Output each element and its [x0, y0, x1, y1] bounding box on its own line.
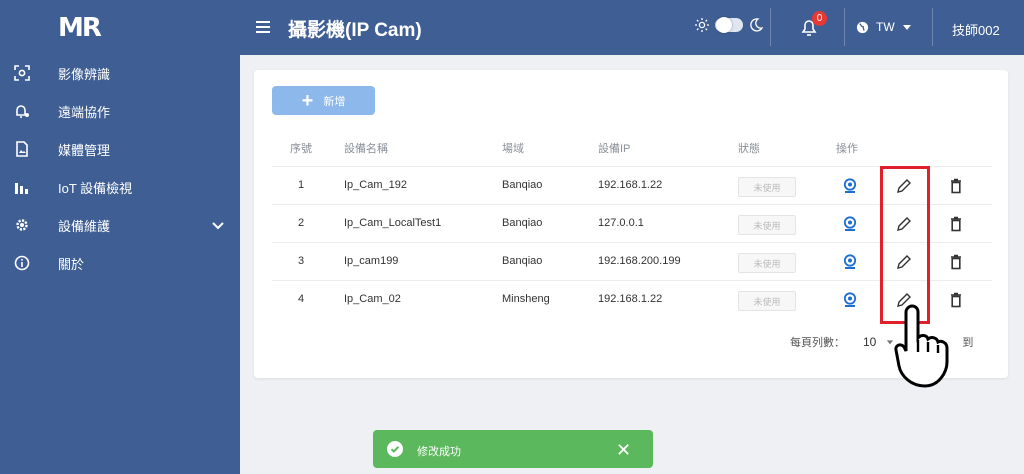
column-header-actions: 操作	[836, 143, 858, 155]
sidebar-item-label: 設備維護	[58, 218, 111, 234]
delete-icon[interactable]	[948, 254, 964, 270]
cell-site: Banqiao	[502, 179, 543, 191]
cell-name: Ip_Cam_LocalTest1	[344, 217, 442, 229]
page-title: 攝影機(IP Cam)	[288, 20, 422, 41]
sidebar-item-maintenance[interactable]: 設備維護	[0, 206, 240, 244]
webcam-icon[interactable]	[842, 292, 858, 308]
info-icon	[14, 255, 30, 271]
bar-chart-icon	[15, 183, 28, 194]
status-badge: 未使用	[738, 215, 796, 235]
close-icon[interactable]: ✕	[616, 440, 631, 461]
cell-site: Banqiao	[502, 255, 543, 267]
webcam-icon[interactable]	[842, 254, 858, 270]
status-badge: 未使用	[738, 291, 796, 311]
chevron-down-icon[interactable]	[210, 217, 226, 233]
bell-gear-icon	[16, 105, 29, 118]
caret-down-icon	[902, 25, 911, 30]
language-label: TW	[876, 20, 895, 34]
cell-name: Ip_cam199	[344, 255, 399, 267]
globe-icon	[856, 21, 869, 33]
logo-area: MR	[0, 0, 240, 55]
sidebar-item-iot[interactable]: IoT 設備檢視	[0, 168, 240, 206]
delete-icon[interactable]	[948, 216, 964, 232]
status-badge: 未使用	[738, 253, 796, 273]
language-selector[interactable]: TW	[856, 20, 912, 34]
cell-no: 3	[298, 255, 305, 267]
sidebar: MR 影像辨識 遠端協作 媒體管理 IoT 設備檢視 設備維護 關於	[0, 0, 240, 474]
rows-per-page-label: 每頁列數：	[790, 337, 845, 349]
column-header-status: 狀態	[738, 143, 760, 155]
app-logo[interactable]: MR	[58, 13, 102, 43]
sidebar-item-label: 影像辨識	[58, 66, 111, 82]
divider	[770, 8, 771, 46]
sidebar-item-label: IoT 設備檢視	[58, 180, 133, 196]
column-header-ip: 設備IP	[598, 143, 631, 155]
pagination-tail: 到	[962, 337, 974, 349]
camera-scan-icon	[14, 65, 30, 81]
cell-name: Ip_Cam_02	[344, 293, 401, 305]
sun-icon	[695, 18, 709, 32]
sidebar-item-label: 媒體管理	[58, 142, 111, 158]
cell-ip: 127.0.0.1	[598, 217, 644, 229]
column-header-no: 序號	[290, 143, 312, 155]
cell-ip: 192.168.1.22	[598, 293, 663, 305]
add-button[interactable]: + 新增	[272, 86, 375, 115]
plus-icon: +	[301, 89, 314, 112]
webcam-icon[interactable]	[842, 216, 858, 232]
success-toast: 修改成功 ✕	[373, 430, 653, 468]
webcam-icon[interactable]	[842, 178, 858, 194]
gear-icon	[16, 219, 28, 231]
rows-per-page-select[interactable]: 10	[863, 335, 876, 349]
toast-message: 修改成功	[417, 446, 461, 458]
cell-site: Banqiao	[502, 217, 543, 229]
column-header-name: 設備名稱	[344, 143, 388, 155]
column-header-site: 場域	[502, 143, 524, 155]
cell-ip: 192.168.200.199	[598, 255, 681, 267]
cell-no: 2	[298, 217, 305, 229]
divider	[932, 8, 933, 46]
sidebar-item-label: 遠端協作	[58, 104, 111, 120]
notification-badge: 0	[812, 11, 827, 26]
status-badge: 未使用	[738, 177, 796, 197]
cell-name: Ip_Cam_192	[344, 179, 407, 191]
top-bar: 攝影機(IP Cam) 0 TW 技師002	[240, 0, 1024, 55]
check-circle-icon	[387, 441, 403, 457]
sidebar-item-media[interactable]: 媒體管理	[0, 130, 240, 168]
menu-icon[interactable]	[254, 17, 274, 37]
add-button-label: 新增	[323, 95, 346, 108]
theme-switch[interactable]	[695, 17, 763, 33]
moon-icon	[750, 18, 763, 32]
divider	[844, 8, 845, 46]
cell-no: 1	[298, 179, 305, 191]
sidebar-item-about[interactable]: 關於	[0, 244, 240, 282]
user-name[interactable]: 技師002	[952, 20, 1000, 39]
theme-toggle[interactable]	[715, 17, 743, 33]
delete-icon[interactable]	[948, 178, 964, 194]
toggle-knob	[716, 17, 732, 33]
sidebar-item-label: 關於	[58, 256, 85, 272]
cell-no: 4	[298, 293, 305, 305]
cell-site: Minsheng	[502, 293, 550, 305]
cell-ip: 192.168.1.22	[598, 179, 663, 191]
sidebar-item-remote-collab[interactable]: 遠端協作	[0, 92, 240, 130]
image-file-icon	[16, 141, 28, 157]
sidebar-item-image-recognition[interactable]: 影像辨識	[0, 54, 240, 92]
pointer-hand-icon	[894, 304, 949, 388]
